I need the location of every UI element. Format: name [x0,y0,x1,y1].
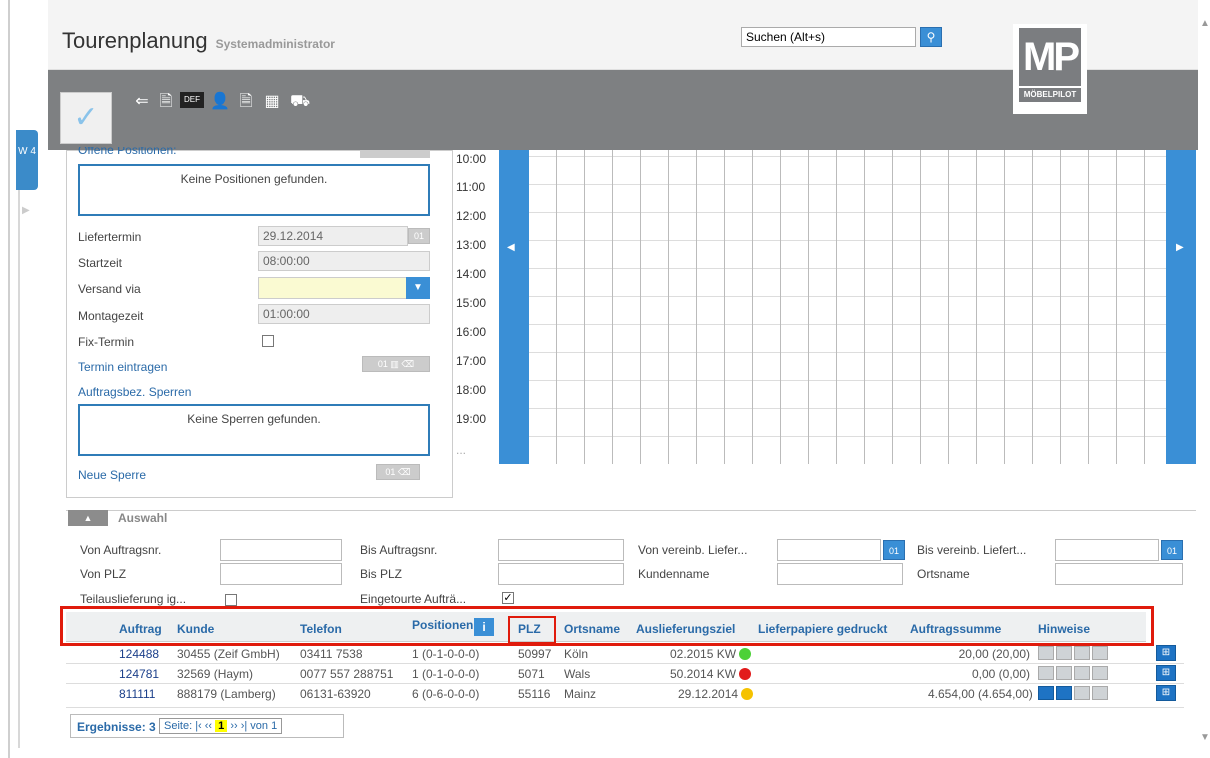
status-dot-yellow [741,688,754,700]
table-row[interactable]: 124488 30455 (Zeif GmbH) 03411 7538 1 (0… [66,644,1184,664]
scroll-down-icon[interactable]: ▼ [1200,732,1210,743]
offene-title: Offene Positionen: [78,147,177,155]
liefertermin-field[interactable] [258,226,408,246]
side-divider [18,190,38,748]
status-dot-green [739,648,752,660]
highlight-box [60,606,1154,646]
confirm-button[interactable]: ✓ [60,92,112,144]
table-row[interactable]: 811111 888179 (Lamberg) 06131-63920 6 (0… [66,684,1184,708]
von-liefer-input[interactable] [777,539,881,561]
bis-auftrag-input[interactable] [498,539,624,561]
fix-termin-checkbox[interactable] [262,335,274,347]
document-gear-icon[interactable]: 🗎 [236,90,256,114]
user-role: Systemadministrator [215,37,335,51]
truck-gear-icon[interactable]: ⛟ [290,90,310,114]
time-column: 10:00 11:00 12:00 13:00 14:00 15:00 16:0… [456,152,487,457]
scroll-right-bar[interactable]: ▶ [1166,150,1196,464]
termin-eintragen-link[interactable]: Termin eintragen [78,360,167,374]
termin-actions[interactable]: 01 ▥ ⌫ [362,356,430,372]
kundenname-label: Kundenname [638,567,710,581]
logo: MP MÖBELPILOT [1013,24,1087,114]
back-arrow-icon[interactable]: ⇐ [132,90,152,114]
bis-liefer-label: Bis vereinb. Liefert... [917,543,1027,557]
von-liefer-label: Von vereinb. Liefer... [638,543,748,557]
versand-select[interactable] [258,277,408,299]
search-icon[interactable]: ⚲ [920,27,942,47]
schedule-gridlines [529,150,1166,464]
pager: Ergebnisse: 3 Seite: |‹ ‹‹ 1 ›› ›| von 1 [70,714,344,738]
ortsname-input[interactable] [1055,563,1183,585]
arrow-left-icon: ◀ [507,242,515,253]
window-edge [8,0,10,758]
def-icon[interactable]: DEF [180,92,204,108]
bis-plz-label: Bis PLZ [360,567,403,581]
von-auftrag-label: Von Auftragsnr. [80,543,162,557]
startzeit-label: Startzeit [78,256,123,270]
startzeit-field[interactable] [258,251,430,271]
row-action-icon[interactable]: ⊞ [1156,685,1176,701]
bis-auftrag-label: Bis Auftragsnr. [360,543,438,557]
ortsname-label: Ortsname [917,567,970,581]
row-action-icon[interactable]: ⊞ [1156,645,1176,661]
fix-termin-label: Fix-Termin [78,335,134,349]
teilauslieferung-checkbox[interactable] [225,594,237,606]
collapse-icon[interactable]: ▲ [68,510,108,526]
positions-list[interactable]: Keine Positionen gefunden. [78,164,430,216]
page-title: Tourenplanung Systemadministrator [62,28,335,53]
calendar-icon[interactable]: 01 [408,228,430,244]
neue-sperre-link[interactable]: Neue Sperre [78,468,146,482]
panel-controls[interactable] [360,150,430,158]
sperren-list[interactable]: Keine Sperren gefunden. [78,404,430,456]
sperren-link[interactable]: Auftragsbez. Sperren [78,385,191,399]
eingetourt-label: Eingetourte Aufträ... [360,592,467,606]
eingetourt-checkbox[interactable]: ✓ [502,592,514,604]
bis-liefer-input[interactable] [1055,539,1159,561]
calendar-icon[interactable]: 01 [883,540,905,560]
bis-plz-input[interactable] [498,563,624,585]
row-action-icon[interactable]: ⊞ [1156,665,1176,681]
sperre-actions[interactable]: 01 ⌫ [376,464,420,480]
chevron-down-icon[interactable]: ▼ [406,277,430,299]
von-plz-label: Von PLZ [80,567,127,581]
montagezeit-label: Montagezeit [78,309,144,323]
montagezeit-field[interactable] [258,304,430,324]
table-row[interactable]: 124781 32569 (Haym) 0077 557 288751 1 (0… [66,664,1184,684]
auswahl-title: Auswahl [118,511,168,525]
scroll-left-bar[interactable]: ◀ [499,150,529,464]
folder-gear-icon[interactable]: ▦ [262,90,282,114]
teilauslieferung-label: Teilauslieferung ig... [80,592,187,606]
auswahl-section [66,510,1196,532]
scroll-up-icon[interactable]: ▲ [1200,18,1210,29]
document-hand-icon[interactable]: 🗎 [156,90,176,114]
von-auftrag-input[interactable] [220,539,342,561]
status-dot-red [739,668,752,680]
side-tab-week[interactable]: W 4 [16,130,38,190]
calendar-icon[interactable]: 01 [1161,540,1183,560]
versand-label: Versand via [78,282,141,296]
kundenname-input[interactable] [777,563,903,585]
user-check-icon[interactable]: 👤 [210,90,230,114]
plz-highlight-box [508,616,556,644]
arrow-right-icon: ▶ [1176,242,1184,253]
von-plz-input[interactable] [220,563,342,585]
liefertermin-label: Liefertermin [78,230,142,244]
chevron-right-icon[interactable]: ▶ [22,205,30,216]
search-input[interactable] [741,27,916,47]
